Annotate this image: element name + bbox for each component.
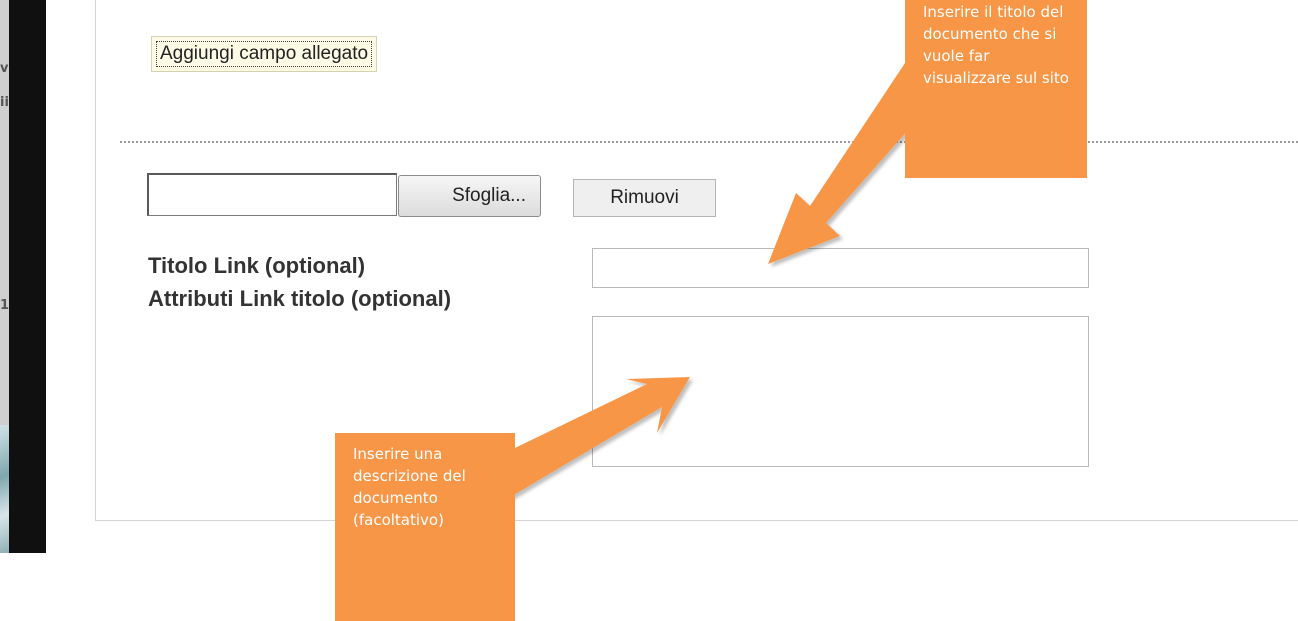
add-attachment-field-label: Aggiungi campo allegato xyxy=(155,41,373,67)
browse-button[interactable]: Sfoglia... xyxy=(398,175,541,217)
remove-button[interactable]: Rimuovi xyxy=(573,179,716,217)
background-image-fragment xyxy=(0,425,9,553)
link-attributes-textarea[interactable] xyxy=(592,316,1089,467)
background-text-fragment: ii xyxy=(0,96,9,110)
add-attachment-field-button[interactable]: Aggiungi campo allegato xyxy=(151,36,378,72)
title-link-label: Titolo Link (optional) xyxy=(148,253,366,278)
left-background-strip: v ii 1 xyxy=(0,0,46,553)
background-text-fragment: 1 xyxy=(0,299,9,313)
title-hint-callout: Inserire il titolo del documento che si … xyxy=(905,0,1087,178)
description-hint-callout: Inserire una descrizione del documento (… xyxy=(335,433,515,621)
file-path-input[interactable] xyxy=(147,173,397,216)
background-text-fragment: v xyxy=(0,62,9,76)
dotted-divider xyxy=(120,141,1298,143)
link-title-attributes-label: Attributi Link titolo (optional) xyxy=(148,286,452,311)
title-link-input[interactable] xyxy=(592,248,1089,288)
